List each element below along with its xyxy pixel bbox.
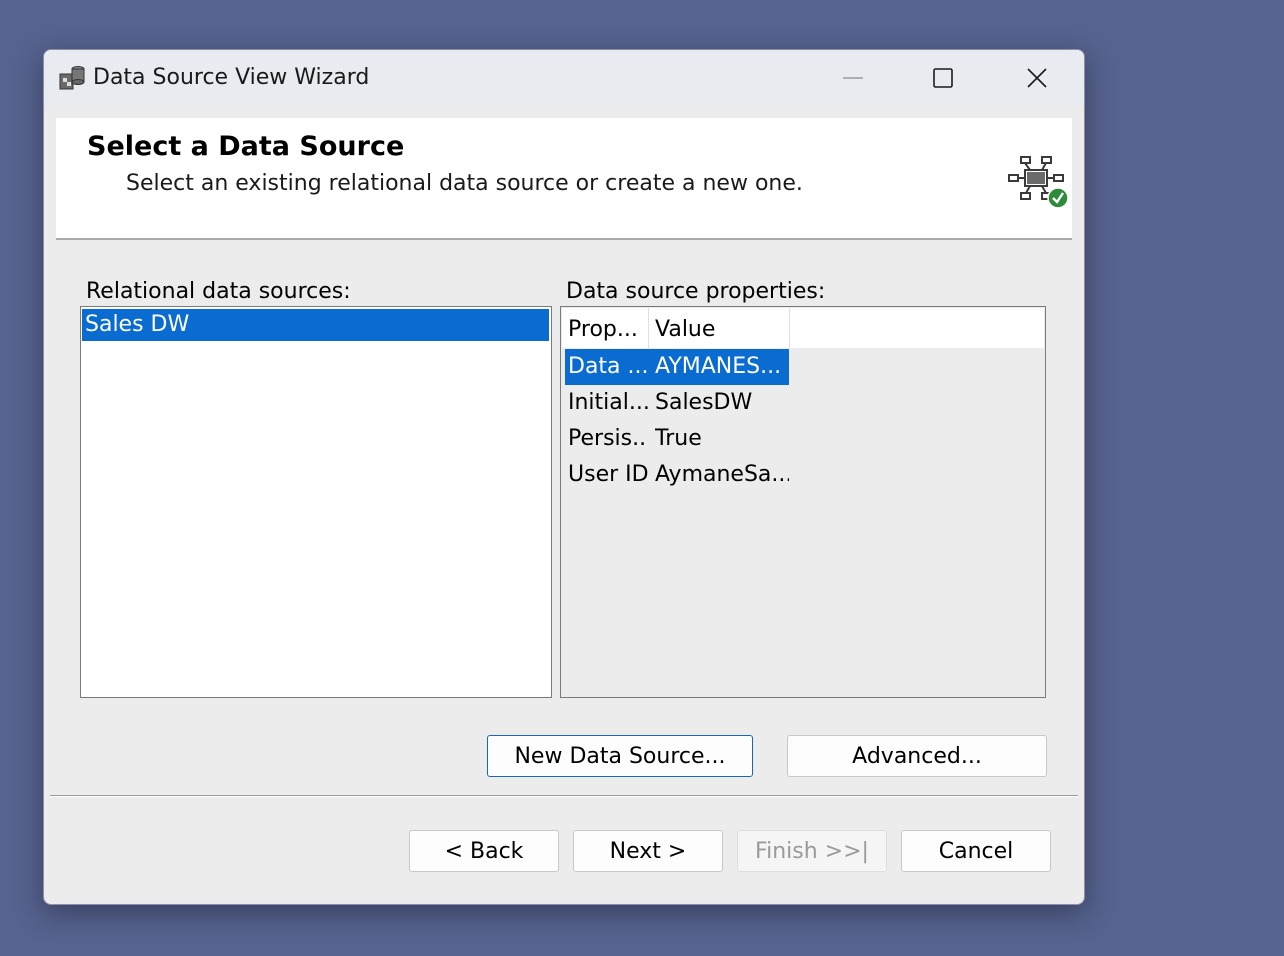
- property-row[interactable]: Data ... AYMANES...: [565, 349, 789, 385]
- title-bar[interactable]: Data Source View Wizard: [44, 50, 1084, 106]
- close-icon: [1027, 68, 1047, 88]
- wizard-window: Data Source View Wizard Select a Data So…: [43, 49, 1085, 905]
- page-title: Select a Data Source: [87, 131, 405, 162]
- relational-sources-label: Relational data sources:: [86, 279, 351, 304]
- properties-grid-header: Prop... Value: [562, 308, 1044, 348]
- column-header-property[interactable]: Prop...: [562, 308, 649, 348]
- property-value: AYMANES...: [655, 354, 782, 379]
- property-key: Data ...: [568, 354, 648, 379]
- page-subtitle: Select an existing relational data sourc…: [126, 171, 803, 196]
- property-row[interactable]: User ID AymaneSa...: [565, 457, 789, 493]
- properties-label: Data source properties:: [566, 279, 826, 304]
- property-value: SalesDW: [655, 390, 753, 415]
- next-button[interactable]: Next >: [573, 830, 723, 872]
- maximize-button[interactable]: [918, 56, 968, 100]
- property-value: True: [655, 426, 702, 451]
- property-key: User ID: [568, 462, 648, 487]
- data-source-view-icon: [59, 66, 85, 90]
- property-value: AymaneSa...: [655, 462, 789, 487]
- column-header-value[interactable]: Value: [649, 308, 790, 348]
- relational-sources-list[interactable]: Sales DW: [80, 306, 552, 698]
- cancel-button[interactable]: Cancel: [901, 830, 1051, 872]
- property-key: Persis...: [568, 426, 648, 451]
- properties-grid[interactable]: Prop... Value Data ... AYMANES... Initia…: [560, 306, 1046, 698]
- finish-button[interactable]: Finish >>|: [737, 830, 887, 872]
- close-button[interactable]: [1012, 56, 1062, 100]
- minimize-button[interactable]: [828, 56, 878, 100]
- new-data-source-button[interactable]: New Data Source...: [487, 735, 753, 777]
- footer-separator: [50, 795, 1078, 797]
- property-key: Initial...: [568, 390, 648, 415]
- list-item-sales-dw[interactable]: Sales DW: [82, 309, 549, 341]
- advanced-button[interactable]: Advanced...: [787, 735, 1047, 777]
- wizard-header: Select a Data Source Select an existing …: [56, 118, 1072, 240]
- window-title: Data Source View Wizard: [93, 65, 370, 90]
- property-row[interactable]: Initial... SalesDW: [565, 385, 789, 421]
- minimize-icon: [843, 77, 863, 79]
- back-button[interactable]: < Back: [409, 830, 559, 872]
- maximize-icon: [933, 68, 953, 88]
- data-source-network-check-icon: [1008, 156, 1069, 209]
- property-row[interactable]: Persis... True: [565, 421, 789, 457]
